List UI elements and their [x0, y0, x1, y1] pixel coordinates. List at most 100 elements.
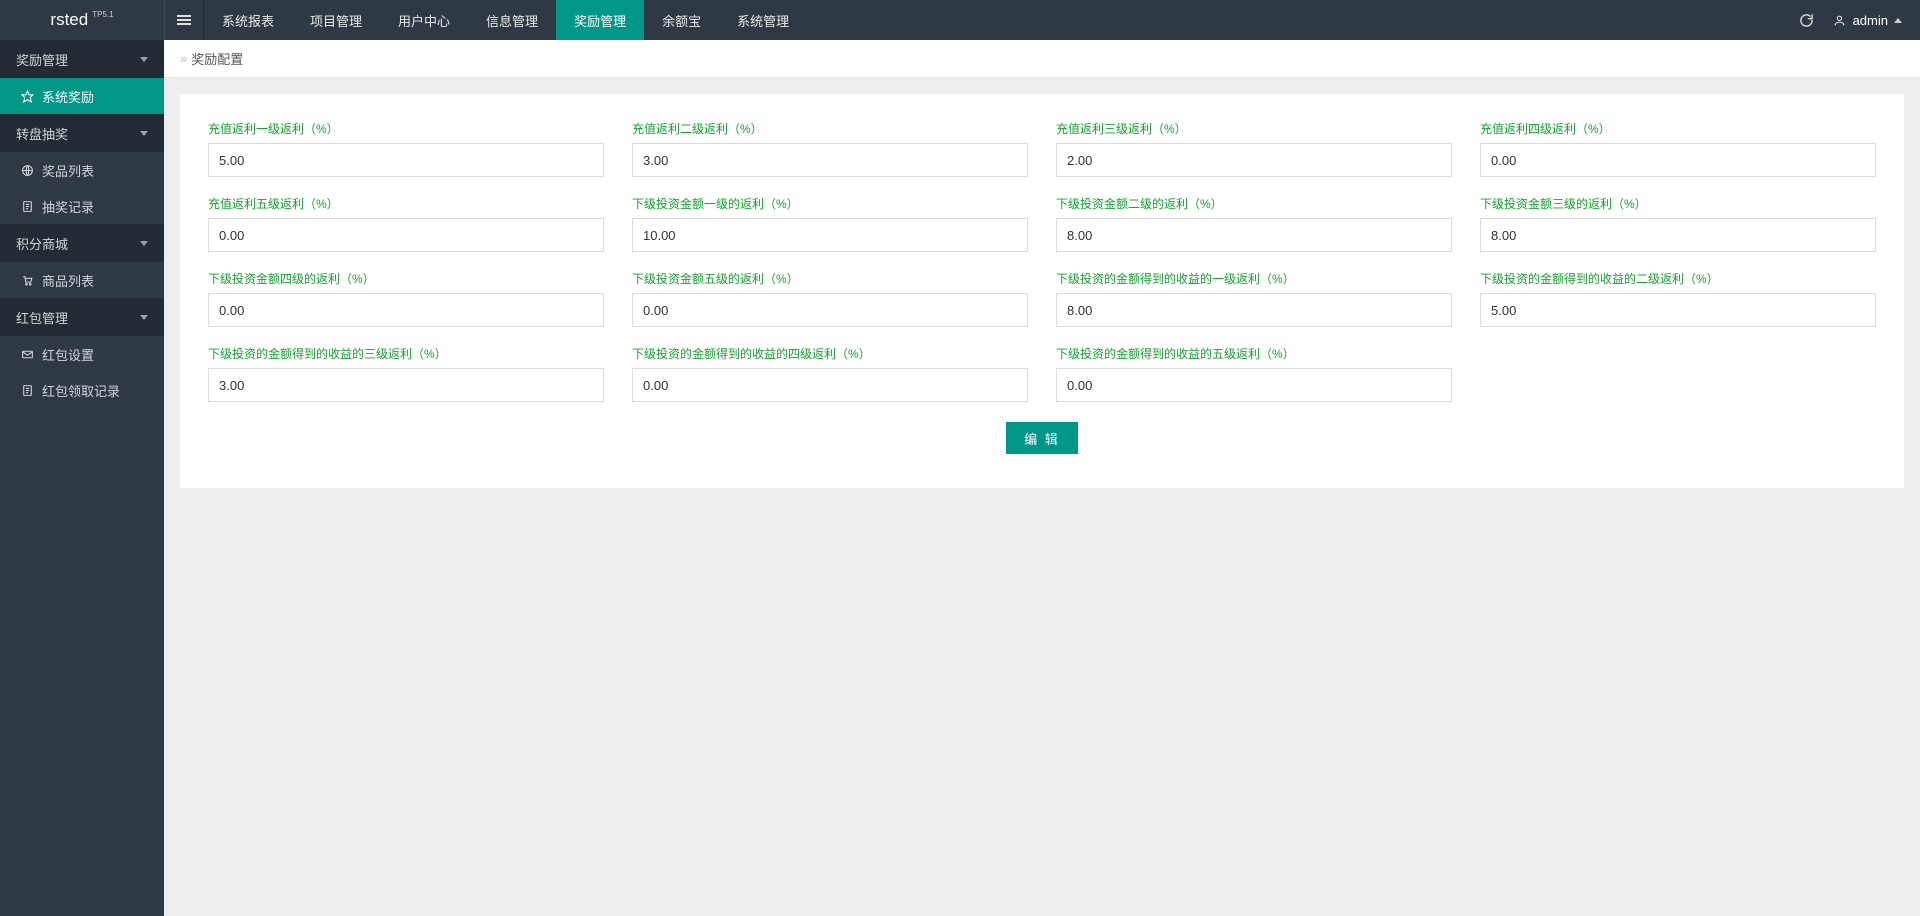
form-field: 下级投资的金额得到的收益的三级返利（%）: [208, 345, 604, 402]
menu-group-title-points-mall[interactable]: 积分商城: [0, 224, 164, 262]
form-input[interactable]: [632, 143, 1028, 177]
form-label: 下级投资的金额得到的收益的三级返利（%）: [208, 345, 604, 362]
header: rsted TP5.1 系统报表 项目管理 用户中心 信息管理 奖励管理 余额宝…: [0, 0, 1920, 40]
breadcrumb: » 奖励配置: [164, 40, 1920, 78]
menu-group-title-lottery[interactable]: 转盘抽奖: [0, 114, 164, 152]
form-field: 充值返利四级返利（%）: [1480, 120, 1876, 177]
form-input[interactable]: [208, 218, 604, 252]
form-grid: 充值返利一级返利（%）充值返利二级返利（%）充值返利三级返利（%）充值返利四级返…: [208, 120, 1876, 402]
form-card: 充值返利一级返利（%）充值返利二级返利（%）充值返利三级返利（%）充值返利四级返…: [180, 94, 1904, 488]
topnav-item-system[interactable]: 系统管理: [719, 0, 807, 40]
form-field: 下级投资的金额得到的收益的二级返利（%）: [1480, 270, 1876, 327]
menu-group-reward: 奖励管理 系统奖励: [0, 40, 164, 114]
edit-button[interactable]: 编 辑: [1006, 422, 1078, 454]
form-label: 下级投资的金额得到的收益的四级返利（%）: [632, 345, 1028, 362]
form-input[interactable]: [1480, 143, 1876, 177]
menu-group-points-mall: 积分商城 商品列表: [0, 224, 164, 298]
content: » 奖励配置 充值返利一级返利（%）充值返利二级返利（%）充值返利三级返利（%）…: [164, 40, 1920, 916]
form-input[interactable]: [1480, 218, 1876, 252]
top-nav: 系统报表 项目管理 用户中心 信息管理 奖励管理 余额宝 系统管理: [204, 0, 1799, 40]
form-label: 下级投资金额一级的返利（%）: [632, 195, 1028, 212]
topnav-item-projects[interactable]: 项目管理: [292, 0, 380, 40]
form-field: 充值返利三级返利（%）: [1056, 120, 1452, 177]
form-input[interactable]: [1056, 143, 1452, 177]
topnav-item-reward[interactable]: 奖励管理: [556, 0, 644, 40]
topnav-item-info[interactable]: 信息管理: [468, 0, 556, 40]
form-input[interactable]: [1480, 293, 1876, 327]
form-input[interactable]: [632, 368, 1028, 402]
form-field: 下级投资金额四级的返利（%）: [208, 270, 604, 327]
sidebar-item-redpack-log[interactable]: 红包领取记录: [0, 372, 164, 408]
form-input[interactable]: [632, 218, 1028, 252]
menu-group-label: 转盘抽奖: [16, 124, 68, 143]
topnav-item-reports[interactable]: 系统报表: [204, 0, 292, 40]
form-input[interactable]: [208, 368, 604, 402]
chevron-down-icon: [140, 315, 148, 320]
form-field: 下级投资金额三级的返利（%）: [1480, 195, 1876, 252]
form-label: 下级投资的金额得到的收益的五级返利（%）: [1056, 345, 1452, 362]
menu-group-title-reward[interactable]: 奖励管理: [0, 40, 164, 78]
doc-icon: [20, 383, 34, 397]
form-label: 下级投资金额四级的返利（%）: [208, 270, 604, 287]
page-title: 奖励配置: [191, 49, 243, 68]
form-input[interactable]: [208, 143, 604, 177]
user-menu[interactable]: admin: [1833, 13, 1902, 28]
topnav-label: 用户中心: [398, 11, 450, 30]
form-field: 充值返利二级返利（%）: [632, 120, 1028, 177]
form-input[interactable]: [1056, 293, 1452, 327]
form-input[interactable]: [208, 293, 604, 327]
form-label: 充值返利五级返利（%）: [208, 195, 604, 212]
topnav-label: 信息管理: [486, 11, 538, 30]
brand-name: rsted: [50, 10, 88, 30]
form-field: 下级投资金额五级的返利（%）: [632, 270, 1028, 327]
form-label: 下级投资的金额得到的收益的一级返利（%）: [1056, 270, 1452, 287]
sidebar-item-system-reward[interactable]: 系统奖励: [0, 78, 164, 114]
sidebar-item-label: 商品列表: [42, 271, 94, 290]
chevron-down-icon: [140, 57, 148, 62]
chevron-down-icon: [140, 241, 148, 246]
menu-group-title-redpack[interactable]: 红包管理: [0, 298, 164, 336]
hamburger-icon: [177, 13, 191, 27]
topnav-label: 系统管理: [737, 11, 789, 30]
form-label: 下级投资金额三级的返利（%）: [1480, 195, 1876, 212]
form-label: 下级投资金额二级的返利（%）: [1056, 195, 1452, 212]
topnav-item-users[interactable]: 用户中心: [380, 0, 468, 40]
form-actions: 编 辑: [208, 422, 1876, 454]
topnav-label: 余额宝: [662, 11, 701, 30]
form-field: 下级投资的金额得到的收益的一级返利（%）: [1056, 270, 1452, 327]
sidebar-item-lottery-log[interactable]: 抽奖记录: [0, 188, 164, 224]
sidebar-toggle[interactable]: [164, 0, 204, 40]
chevron-down-icon: [140, 131, 148, 136]
refresh-icon[interactable]: [1799, 12, 1815, 28]
form-field: 下级投资的金额得到的收益的四级返利（%）: [632, 345, 1028, 402]
form-input[interactable]: [632, 293, 1028, 327]
chevron-up-icon: [1894, 18, 1902, 23]
sidebar: 奖励管理 系统奖励 转盘抽奖 奖品列表: [0, 40, 164, 916]
sidebar-item-label: 红包设置: [42, 345, 94, 364]
star-icon: [20, 89, 34, 103]
form-label: 下级投资金额五级的返利（%）: [632, 270, 1028, 287]
topnav-label: 奖励管理: [574, 11, 626, 30]
form-field: 下级投资金额二级的返利（%）: [1056, 195, 1452, 252]
sidebar-item-redpack-setting[interactable]: 红包设置: [0, 336, 164, 372]
menu-group-redpack: 红包管理 红包设置 红包领取记录: [0, 298, 164, 408]
form-input[interactable]: [1056, 218, 1452, 252]
header-right: admin: [1799, 0, 1920, 40]
form-label: 充值返利四级返利（%）: [1480, 120, 1876, 137]
topnav-item-balance[interactable]: 余额宝: [644, 0, 719, 40]
form-label: 充值返利二级返利（%）: [632, 120, 1028, 137]
form-label: 下级投资的金额得到的收益的二级返利（%）: [1480, 270, 1876, 287]
sidebar-item-label: 抽奖记录: [42, 197, 94, 216]
sidebar-item-label: 奖品列表: [42, 161, 94, 180]
menu-group-lottery: 转盘抽奖 奖品列表 抽奖记录: [0, 114, 164, 224]
envelope-icon: [20, 347, 34, 361]
logo: rsted TP5.1: [0, 0, 164, 40]
sidebar-item-label: 系统奖励: [42, 87, 94, 106]
sidebar-item-prize-list[interactable]: 奖品列表: [0, 152, 164, 188]
layout: 奖励管理 系统奖励 转盘抽奖 奖品列表: [0, 40, 1920, 916]
form-input[interactable]: [1056, 368, 1452, 402]
cart-icon: [20, 273, 34, 287]
sidebar-item-goods-list[interactable]: 商品列表: [0, 262, 164, 298]
menu-group-label: 红包管理: [16, 308, 68, 327]
form-field: 下级投资金额一级的返利（%）: [632, 195, 1028, 252]
